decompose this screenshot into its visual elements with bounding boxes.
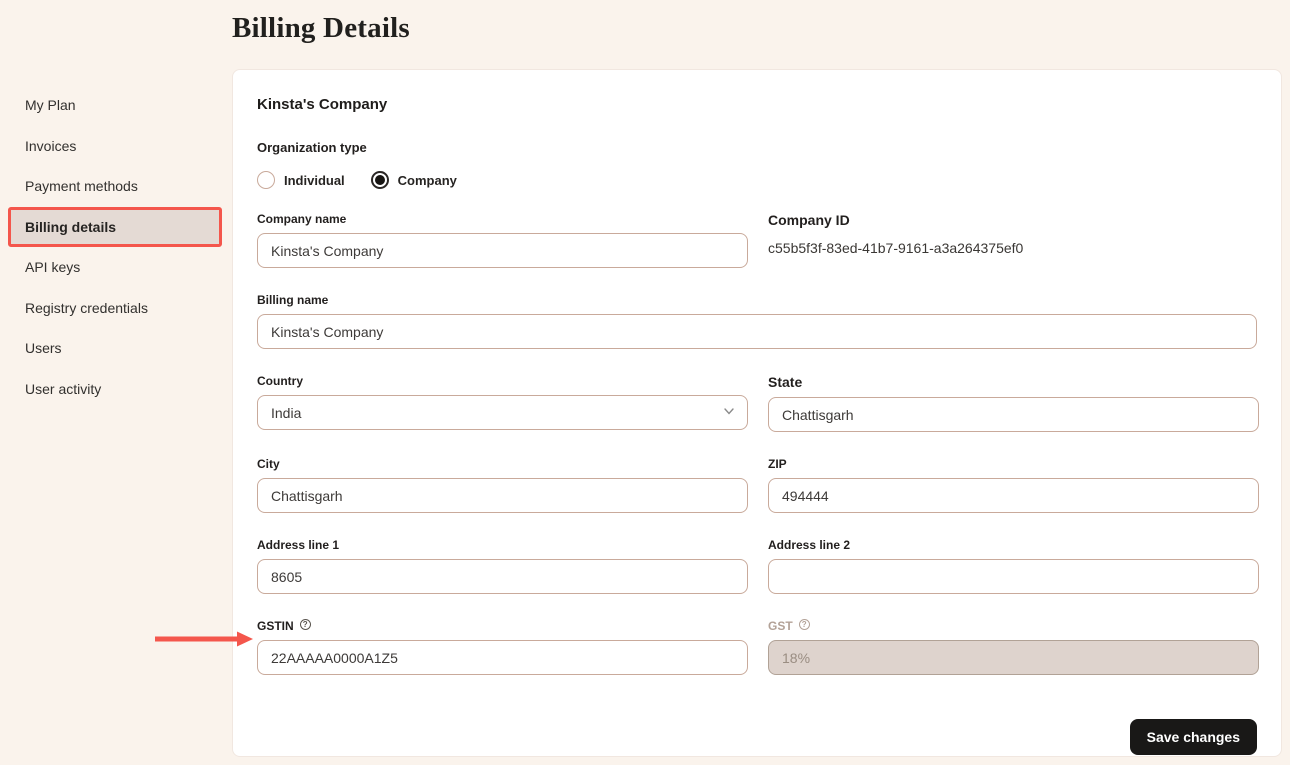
radio-individual-label: Individual xyxy=(284,173,345,188)
company-name-label: Company name xyxy=(257,212,748,226)
sidebar-item-user-activity[interactable]: User activity xyxy=(8,369,222,410)
sidebar-item-payment-methods[interactable]: Payment methods xyxy=(8,166,222,207)
sidebar: My Plan Invoices Payment methods Billing… xyxy=(0,85,232,409)
country-label: Country xyxy=(257,374,748,388)
company-id-label: Company ID xyxy=(768,212,1259,228)
gstin-label: GSTIN xyxy=(257,619,294,633)
company-id-group: Company ID c55b5f3f-83ed-41b7-9161-a3a26… xyxy=(768,212,1259,268)
country-field-group: Country xyxy=(257,374,748,432)
address1-field-group: Address line 1 xyxy=(257,538,748,594)
state-input[interactable] xyxy=(768,397,1259,432)
gstin-help-icon[interactable]: ? xyxy=(300,619,311,630)
address2-label: Address line 2 xyxy=(768,538,1259,552)
radio-company-label: Company xyxy=(398,173,457,188)
company-name-input[interactable] xyxy=(257,233,748,268)
page-title: Billing Details xyxy=(232,12,410,45)
sidebar-item-my-plan[interactable]: My Plan xyxy=(8,85,222,126)
billing-name-label: Billing name xyxy=(257,293,1257,307)
billing-name-input[interactable] xyxy=(257,314,1257,349)
gst-label: GST xyxy=(768,619,793,633)
state-field-group: State xyxy=(768,374,1259,432)
billing-form-card: Kinsta's Company Organization type Indiv… xyxy=(232,69,1282,757)
address1-label: Address line 1 xyxy=(257,538,748,552)
city-field-group: City xyxy=(257,457,748,513)
country-select[interactable] xyxy=(257,395,748,430)
sidebar-item-registry-credentials[interactable]: Registry credentials xyxy=(8,288,222,329)
company-heading: Kinsta's Company xyxy=(257,96,1257,113)
sidebar-item-billing-details[interactable]: Billing details xyxy=(8,207,222,248)
red-arrow-right-icon xyxy=(152,630,254,648)
gstin-field-group: GSTIN ? xyxy=(257,619,748,675)
zip-field-group: ZIP xyxy=(768,457,1259,513)
city-input[interactable] xyxy=(257,478,748,513)
address2-input[interactable] xyxy=(768,559,1259,594)
gst-help-icon[interactable]: ? xyxy=(799,619,810,630)
gst-input xyxy=(768,640,1259,675)
address2-field-group: Address line 2 xyxy=(768,538,1259,594)
radio-company[interactable]: Company xyxy=(371,171,457,189)
sidebar-item-api-keys[interactable]: API keys xyxy=(8,247,222,288)
billing-details-page: { "page": { "title": "Billing Details" }… xyxy=(0,0,1290,765)
save-changes-button[interactable]: Save changes xyxy=(1130,719,1257,755)
radio-individual[interactable]: Individual xyxy=(257,171,345,189)
organization-type-group: Individual Company xyxy=(257,171,1257,189)
state-label: State xyxy=(768,374,1259,390)
address1-input[interactable] xyxy=(257,559,748,594)
company-id-value: c55b5f3f-83ed-41b7-9161-a3a264375ef0 xyxy=(768,240,1259,256)
gst-field-group: GST ? xyxy=(768,619,1259,675)
radio-individual-icon xyxy=(257,171,275,189)
organization-type-label: Organization type xyxy=(257,140,1257,155)
zip-label: ZIP xyxy=(768,457,1259,471)
sidebar-item-invoices[interactable]: Invoices xyxy=(8,126,222,167)
zip-input[interactable] xyxy=(768,478,1259,513)
gstin-input[interactable] xyxy=(257,640,748,675)
city-label: City xyxy=(257,457,748,471)
sidebar-item-users[interactable]: Users xyxy=(8,328,222,369)
radio-company-icon xyxy=(371,171,389,189)
company-name-field-group: Company name xyxy=(257,212,748,268)
